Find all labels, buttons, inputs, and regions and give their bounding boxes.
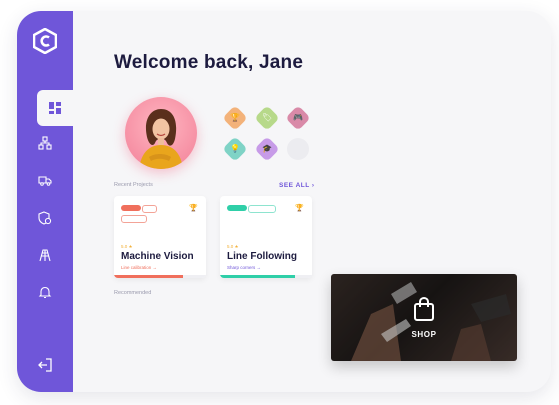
badge-bulb[interactable]: 💡 — [222, 136, 248, 162]
avatar[interactable] — [125, 97, 197, 169]
sidebar-item-dashboard[interactable] — [37, 90, 73, 126]
shop-tile[interactable]: SHOP — [331, 274, 517, 361]
shopping-bag-icon — [414, 296, 434, 321]
card-tag — [248, 205, 276, 213]
progress-bar — [114, 275, 206, 278]
card-tag — [121, 205, 141, 211]
card-tag — [227, 205, 247, 211]
rating: 5.0 ★ — [227, 244, 239, 249]
chevron-right-icon: › — [311, 182, 315, 189]
progress-bar — [220, 275, 312, 278]
see-all-link[interactable]: SEE ALL › — [279, 182, 315, 189]
app-window: Welcome back, Jane 🏆 🏷 🎮 💡 🎓 Recent Proj… — [17, 11, 551, 392]
trophy-icon: 🏆 — [295, 205, 304, 212]
user-photo — [139, 109, 183, 169]
badge-empty-slot — [287, 138, 309, 160]
graduation-icon: 🎓 — [262, 144, 272, 153]
rating: 5.0 ★ — [121, 244, 133, 249]
card-subtitle: Sharp corners → — [227, 265, 262, 270]
sidebar-item-delivery[interactable] — [31, 167, 59, 193]
card-subtitle: Line calibration → — [121, 265, 158, 270]
progress-fill — [220, 275, 296, 278]
dashboard-icon — [49, 102, 61, 114]
bell-icon — [38, 286, 52, 299]
trophy-icon: 🏆 — [189, 205, 198, 212]
page-title: Welcome back, Jane — [114, 52, 304, 73]
badge-gamepad[interactable]: 🎮 — [285, 105, 311, 131]
card-tag — [142, 205, 157, 213]
truck-icon — [38, 176, 52, 186]
card-title: Line Following — [227, 251, 297, 262]
logout-button[interactable] — [37, 357, 53, 373]
sidebar-item-security[interactable] — [31, 205, 59, 231]
card-tag — [121, 215, 147, 223]
project-card-machine-vision[interactable]: 🏆 5.0 ★ Machine Vision Line calibration … — [114, 196, 206, 278]
tag-icon: 🏷 — [261, 113, 273, 122]
network-icon — [38, 136, 52, 150]
gamepad-icon: 🎮 — [293, 113, 303, 122]
shop-label: SHOP — [411, 330, 437, 339]
sidebar-item-network[interactable] — [31, 130, 59, 156]
project-card-line-following[interactable]: 🏆 5.0 ★ Line Following Sharp corners → — [220, 196, 312, 278]
badge-graduation[interactable]: 🎓 — [254, 136, 280, 162]
shield-icon — [38, 211, 52, 225]
bulb-icon: 💡 — [230, 144, 240, 153]
recent-projects-label: Recent Projects — [114, 182, 153, 188]
tower-icon — [39, 249, 51, 262]
logout-icon — [38, 358, 52, 372]
sidebar — [17, 11, 73, 392]
recommended-label: Recommended — [114, 290, 152, 296]
progress-fill — [114, 275, 183, 278]
badge-tag[interactable]: 🏷 — [254, 105, 280, 131]
card-title: Machine Vision — [121, 251, 194, 262]
logo-icon[interactable] — [32, 27, 58, 55]
sidebar-item-tower[interactable] — [31, 242, 59, 268]
sidebar-item-notifications[interactable] — [31, 279, 59, 305]
badge-trophy[interactable]: 🏆 — [222, 105, 248, 131]
trophy-icon: 🏆 — [230, 113, 240, 122]
